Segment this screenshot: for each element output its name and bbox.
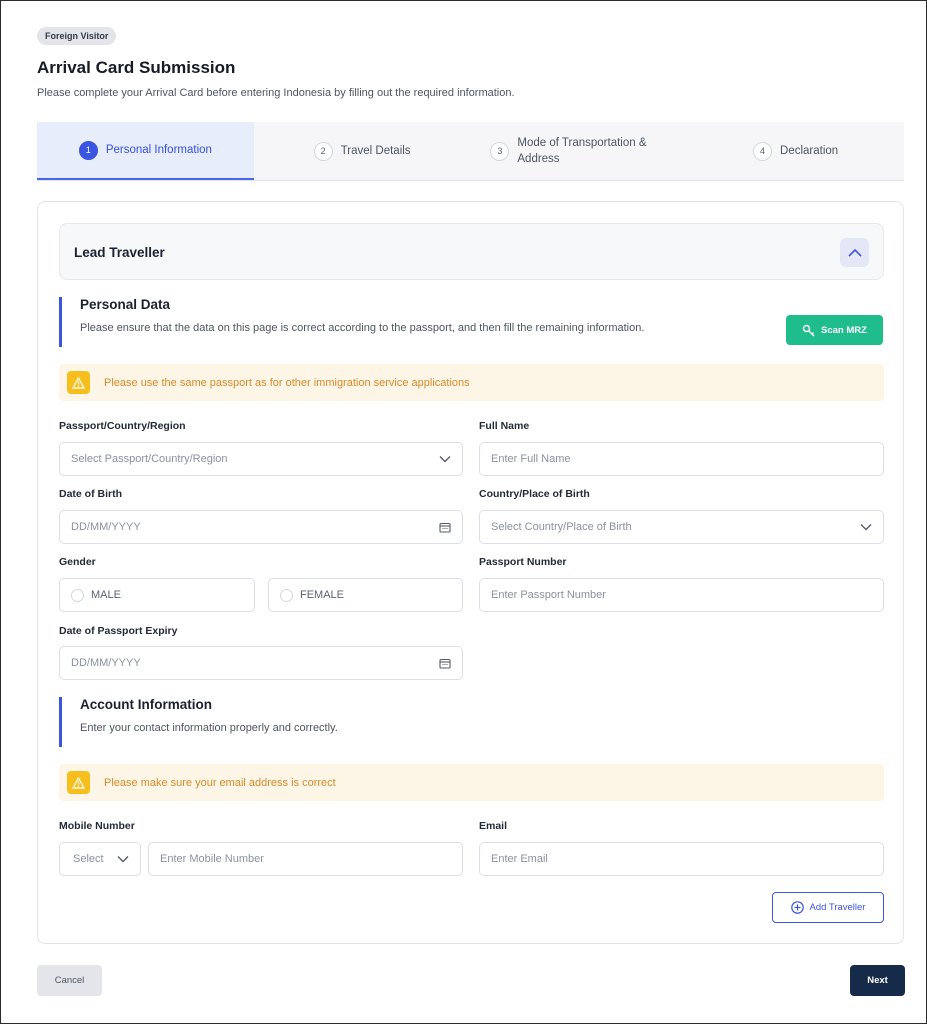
select-placeholder: Select Passport/Country/Region <box>71 453 228 465</box>
next-button[interactable]: Next <box>850 965 905 996</box>
chevron-down-icon <box>117 856 129 863</box>
scan-mrz-label: Scan MRZ <box>821 324 867 336</box>
warning-icon <box>67 371 90 394</box>
birth-place-select[interactable]: Select Country/Place of Birth <box>479 510 884 544</box>
lead-traveller-header[interactable]: Lead Traveller <box>59 223 884 280</box>
chevron-down-icon <box>428 455 462 463</box>
radio-label: FEMALE <box>300 589 345 601</box>
step-travel-details[interactable]: 2 Travel Details <box>254 122 471 180</box>
mobile-number-input[interactable]: Enter Mobile Number <box>148 842 463 876</box>
step-number: 3 <box>490 141 510 161</box>
select-placeholder: Select Country/Place of Birth <box>491 521 632 533</box>
page-title: Arrival Card Submission <box>37 58 236 77</box>
chevron-down-icon <box>849 523 883 531</box>
gender-male-radio[interactable]: MALE <box>59 578 255 612</box>
collapse-button[interactable] <box>840 238 869 267</box>
passport-expiry-input[interactable]: DD/MM/YYYY <box>59 646 463 680</box>
form-card: Lead Traveller Personal Data Please ensu… <box>37 201 904 944</box>
gender-label: Gender <box>59 556 96 568</box>
passport-country-select[interactable]: Select Passport/Country/Region <box>59 442 463 476</box>
select-placeholder: Select <box>73 853 104 865</box>
stepper: 1 Personal Information 2 Travel Details … <box>37 122 904 181</box>
alert-text: Please use the same passport as for othe… <box>104 376 470 389</box>
plus-circle-icon <box>790 901 804 914</box>
key-icon <box>802 324 815 336</box>
step-label: Personal Information <box>105 144 212 156</box>
radio-circle <box>280 588 293 602</box>
email-label: Email <box>479 820 508 832</box>
country-code-select[interactable]: Select <box>59 842 141 876</box>
section-title: Account Information <box>80 697 212 712</box>
dob-label: Date of Birth <box>59 488 122 500</box>
input-placeholder: Enter Passport Number <box>491 589 606 601</box>
lead-traveller-title: Lead Traveller <box>74 245 165 260</box>
step-number: 4 <box>753 141 773 161</box>
step-label: Travel Details <box>340 145 411 157</box>
email-alert: Please make sure your email address is c… <box>59 764 884 801</box>
step-personal-information[interactable]: 1 Personal Information <box>37 122 254 180</box>
visitor-type-badge: Foreign Visitor <box>37 27 117 45</box>
account-information-section: Account Information Enter your contact i… <box>59 697 338 747</box>
cancel-button[interactable]: Cancel <box>37 965 102 996</box>
passport-number-input[interactable]: Enter Passport Number <box>479 578 884 612</box>
step-number: 1 <box>78 140 98 160</box>
page-subtitle: Please complete your Arrival Card before… <box>37 87 515 99</box>
personal-data-section: Personal Data Please ensure that the dat… <box>59 297 644 347</box>
step-declaration[interactable]: 4 Declaration <box>687 122 904 180</box>
radio-label: MALE <box>91 589 121 601</box>
calendar-icon[interactable] <box>428 522 462 533</box>
input-placeholder: DD/MM/YYYY <box>71 521 141 533</box>
section-description: Please ensure that the data on this page… <box>80 322 645 334</box>
alert-text: Please make sure your email address is c… <box>104 776 336 789</box>
passport-country-label: Passport/Country/Region <box>59 420 186 432</box>
full-name-input[interactable]: Enter Full Name <box>479 442 884 476</box>
step-transportation-address[interactable]: 3 Mode of Transportation & Address <box>471 122 688 180</box>
add-traveller-label: Add Traveller <box>809 902 866 913</box>
step-label: Mode of Transportation & Address <box>517 137 647 165</box>
full-name-label: Full Name <box>479 420 530 432</box>
dob-input[interactable]: DD/MM/YYYY <box>59 510 463 544</box>
warning-icon <box>67 771 90 794</box>
section-description: Enter your contact information properly … <box>80 722 338 734</box>
input-placeholder: Enter Mobile Number <box>160 853 264 865</box>
scan-mrz-button[interactable]: Scan MRZ <box>786 315 883 345</box>
section-title: Personal Data <box>80 297 171 312</box>
email-input[interactable]: Enter Email <box>479 842 884 876</box>
step-label: Declaration <box>780 145 839 157</box>
input-placeholder: DD/MM/YYYY <box>71 657 141 669</box>
add-traveller-button[interactable]: Add Traveller <box>772 892 884 923</box>
passport-number-label: Passport Number <box>479 556 567 568</box>
passport-alert: Please use the same passport as for othe… <box>59 364 884 401</box>
passport-expiry-label: Date of Passport Expiry <box>59 625 178 637</box>
gender-female-radio[interactable]: FEMALE <box>268 578 463 612</box>
input-placeholder: Enter Full Name <box>491 453 571 465</box>
step-number: 2 <box>313 141 333 161</box>
mobile-number-label: Mobile Number <box>59 820 135 832</box>
input-placeholder: Enter Email <box>491 853 548 865</box>
radio-circle <box>71 588 84 602</box>
calendar-icon[interactable] <box>428 658 462 669</box>
birth-place-label: Country/Place of Birth <box>479 488 590 500</box>
chevron-up-icon <box>847 248 862 257</box>
